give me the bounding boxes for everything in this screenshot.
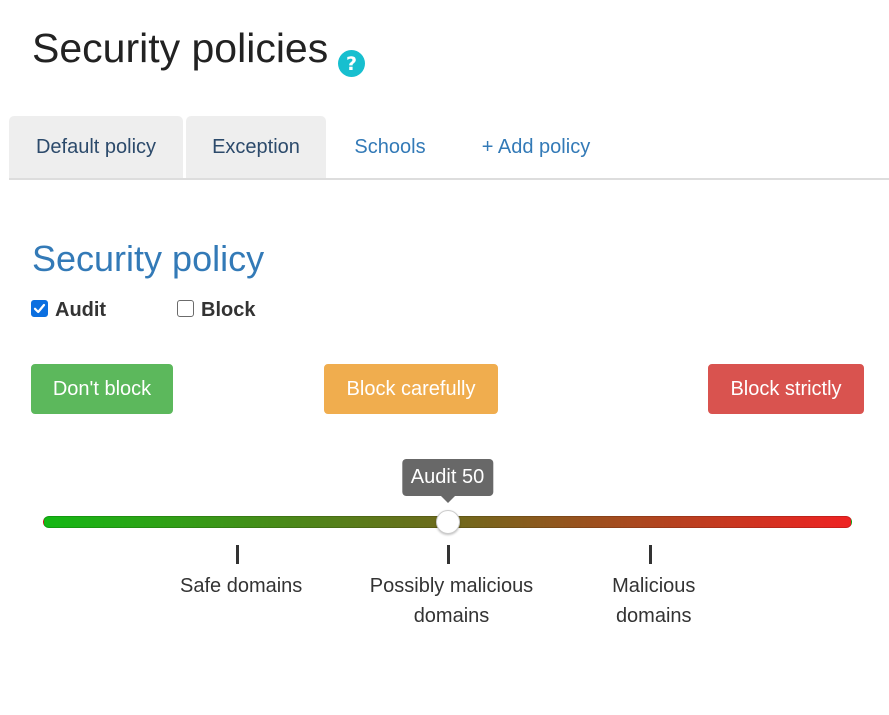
slider-handle[interactable]: [435, 510, 460, 534]
tick-label-line: Possibly malicious: [369, 575, 534, 597]
page-title-text: Security policies: [32, 25, 329, 71]
svg-text:?: ?: [346, 53, 357, 75]
tab-exception[interactable]: Exception: [186, 116, 326, 178]
slider-tooltip: Audit 50: [401, 459, 494, 496]
tick-label-line: domains: [413, 605, 490, 627]
slider-tick: [446, 545, 450, 564]
tick-label-line: Safe domains: [180, 575, 303, 597]
block-carefully-button[interactable]: Block carefully: [324, 364, 498, 414]
block-label: Block: [201, 299, 256, 321]
section-title: Security policy: [32, 238, 265, 279]
page: Security policies ? Default policy Excep…: [0, 0, 889, 715]
dont-block-button[interactable]: Don't block: [31, 364, 173, 414]
audit-option[interactable]: Audit: [31, 298, 106, 322]
add-policy-tab[interactable]: + Add policy: [461, 116, 611, 178]
policy-tabs: Default policy Exception Schools + Add p…: [9, 116, 889, 180]
slider-tick-label: Possibly malicious domains: [352, 571, 552, 631]
tab-schools[interactable]: Schools: [335, 116, 445, 178]
audit-label: Audit: [55, 299, 107, 321]
tab-default-policy[interactable]: Default policy: [9, 116, 183, 178]
tick-label-line: domains: [615, 605, 692, 627]
slider-tooltip-arrow: [440, 496, 455, 503]
slider-tick: [648, 545, 652, 564]
block-strictly-button[interactable]: Block strictly: [708, 364, 864, 414]
audit-checkbox[interactable]: [31, 300, 48, 317]
page-title: Security policies ?: [32, 20, 366, 77]
slider-tick-label: Malicious domains: [554, 571, 754, 631]
block-checkbox[interactable]: [177, 300, 194, 317]
block-option[interactable]: Block: [177, 298, 255, 322]
question-circle-icon[interactable]: ?: [338, 35, 366, 77]
slider-tick: [236, 545, 240, 564]
slider-tick-label: Safe domains: [141, 571, 341, 601]
security-level-slider[interactable]: [43, 510, 852, 534]
tick-label-line: Malicious: [612, 575, 696, 597]
